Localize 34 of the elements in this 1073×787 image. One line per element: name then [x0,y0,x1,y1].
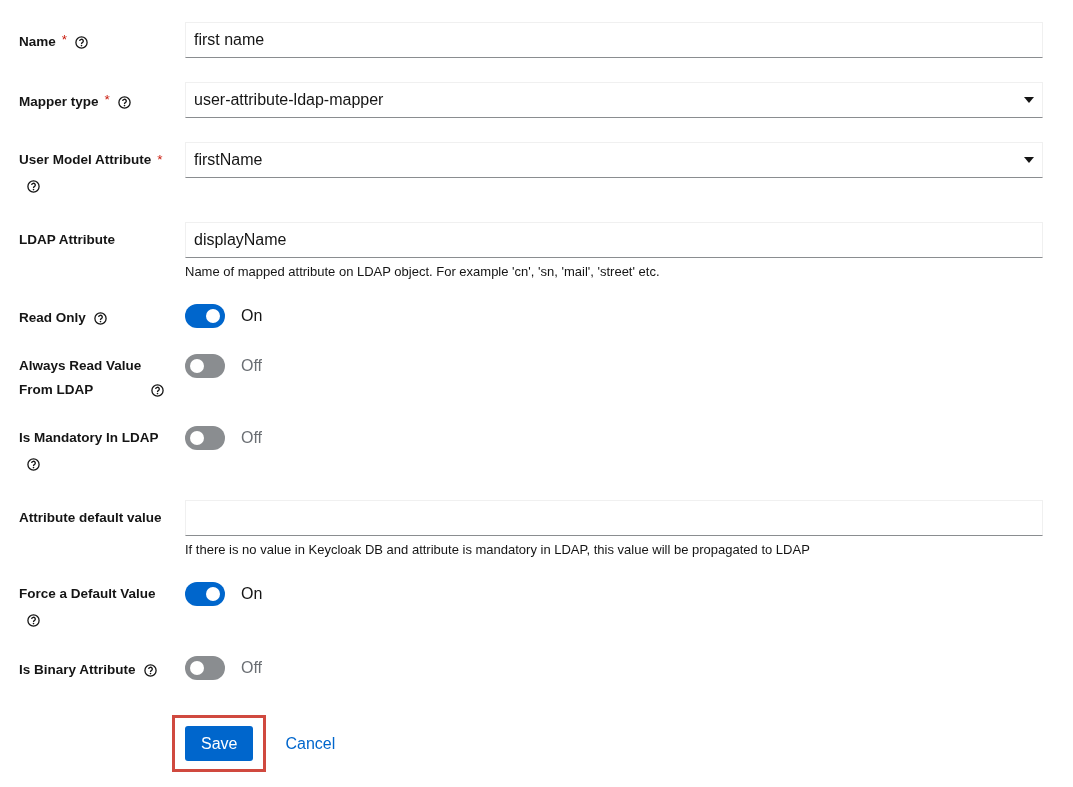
switch-state-text: On [241,585,263,602]
field-label: Force a Default Value [19,586,156,601]
field-label: Is Mandatory In LDAP [19,430,159,445]
save-button[interactable]: Save [185,726,254,761]
required-mark: * [61,32,68,47]
required-mark: * [104,92,110,107]
field-label: Mapper type [19,94,99,109]
field-label: Attribute default value [19,510,162,525]
switch-state-text: On [241,307,263,324]
field-label: Read Only [19,310,86,325]
cancel-link[interactable]: Cancel [285,731,336,756]
switch-state-text: Off [241,429,263,446]
field-label: LDAP Attribute [19,232,115,247]
toggle-switch[interactable] [185,656,225,680]
text-field[interactable]: displayName [185,222,1043,258]
helper-text: If there is no value in Keycloak DB and attribute is mandatory in LDAP, this value will be propagated to LDAP [185,542,811,558]
toggle-switch[interactable] [185,426,225,450]
select-field[interactable]: user-attribute-ldap-mapper [185,82,1043,118]
toggle-switch[interactable] [185,582,225,606]
text-field[interactable] [185,500,1043,536]
toggle-switch[interactable] [185,354,225,378]
switch-state-text: Off [241,357,263,374]
toggle-switch[interactable] [185,304,225,328]
select-field[interactable]: firstName [185,142,1043,178]
field-label: Always Read Value From LDAP [19,357,143,399]
field-label: User Model Attribute [19,152,152,167]
helper-text: Name of mapped attribute on LDAP object. For example 'cn', 'sn, 'mail', 'street' etc. [185,264,661,280]
text-field[interactable]: first name [185,22,1043,58]
field-label: Name [19,34,56,49]
required-mark: * [157,152,163,167]
caret-icon [1024,157,1034,163]
field-label: Is Binary Attribute [19,662,136,677]
switch-state-text: Off [241,659,263,676]
caret-icon [1024,97,1034,103]
